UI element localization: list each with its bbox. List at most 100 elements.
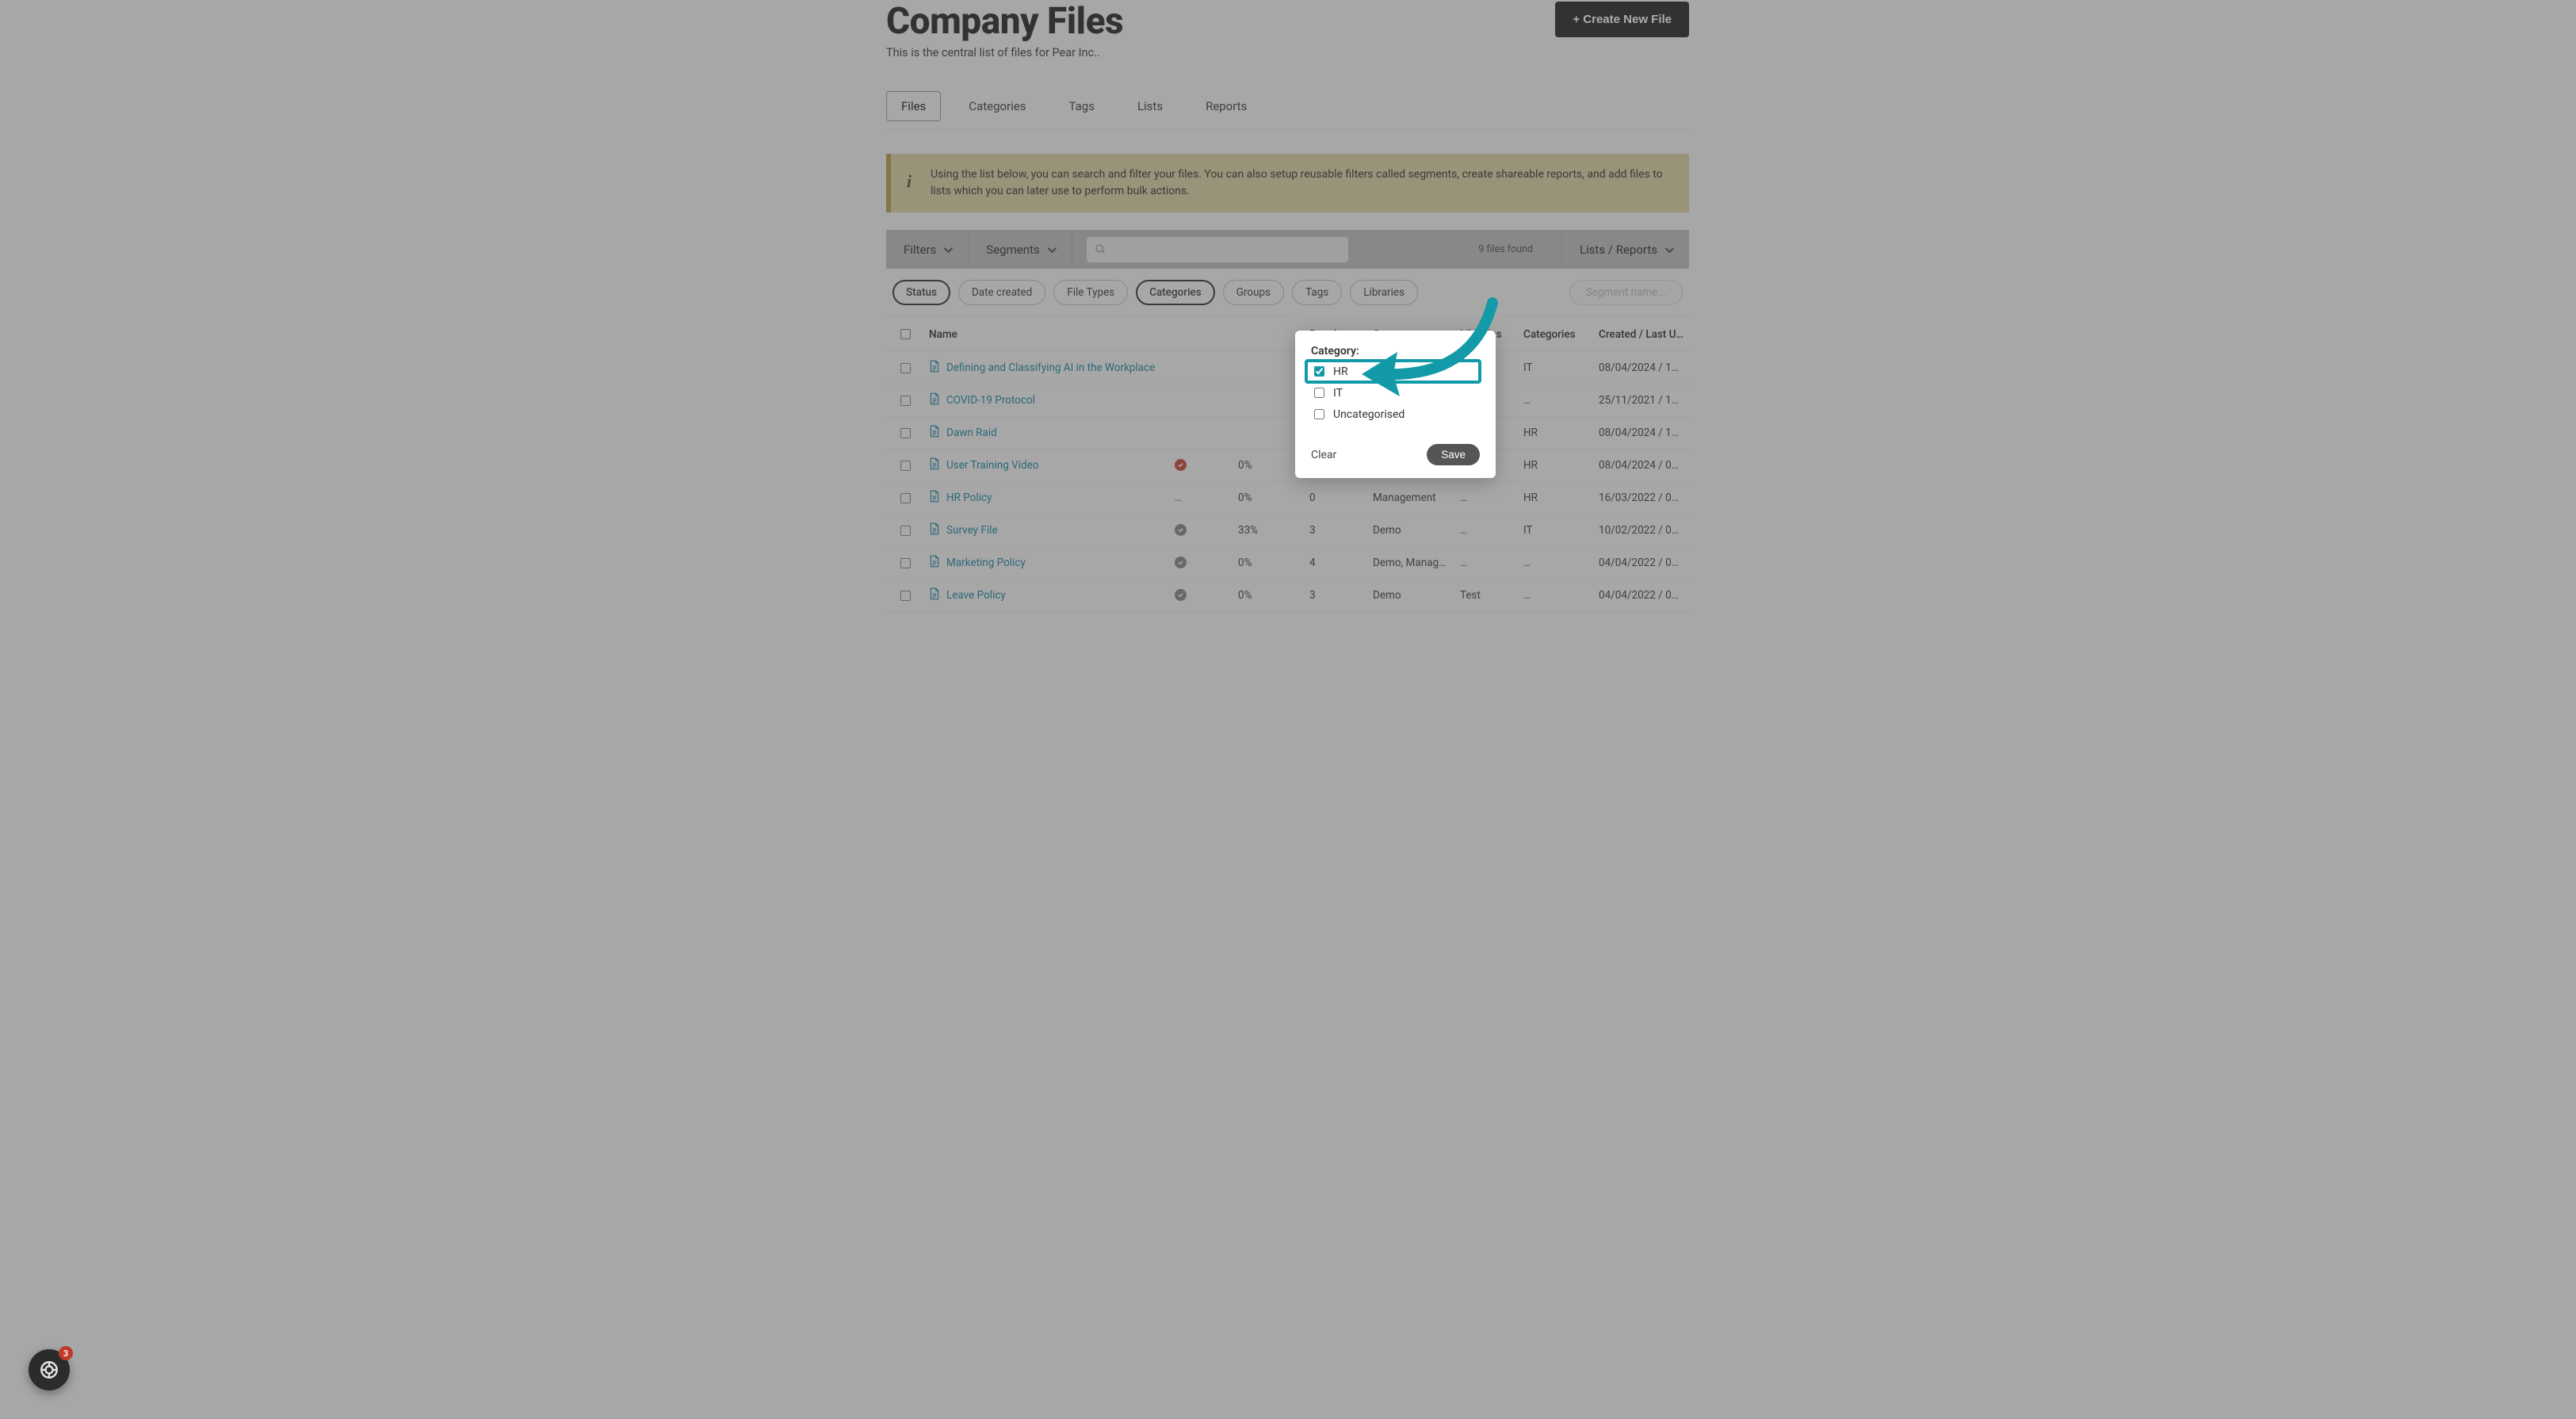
file-icon [929,587,940,603]
help-widget-button[interactable]: 3 [29,1349,70,1390]
status-ok-icon [1175,557,1187,568]
chevron-down-icon [944,243,953,252]
category-checkbox[interactable] [1314,388,1324,398]
filter-chip-date-created[interactable]: Date created [958,280,1045,305]
create-new-file-button[interactable]: + Create New File [1555,2,1689,37]
filter-chip-libraries[interactable]: Libraries [1350,280,1418,305]
files-found-text: 9 files found [1478,243,1547,255]
categories-cell: IT [1519,361,1594,374]
segment-name-pill[interactable]: Segment name... [1569,280,1683,305]
dates-cell: 08/04/2024 / 08/04/2024 [1594,459,1689,472]
file-icon [929,425,940,441]
filter-chip-row: Status Date created File Types Categories Gr… [886,269,1689,317]
filter-chip-status[interactable]: Status [892,280,950,305]
status-error-icon [1175,459,1187,471]
percent-cell: 0% [1233,459,1305,472]
categories-cell: … [1519,589,1594,602]
row-checkbox[interactable] [900,558,911,568]
category-option-hr[interactable]: HR [1306,361,1480,382]
libraries-cell: … [1455,491,1519,504]
filter-chip-categories[interactable]: Categories [1136,280,1215,305]
tab-lists[interactable]: Lists [1122,91,1178,121]
filter-chip-groups[interactable]: Groups [1223,280,1284,305]
select-all-checkbox-cell[interactable] [886,329,924,339]
dates-cell: 08/04/2024 / 10/05/2024 [1594,426,1689,439]
categories-cell: HR [1519,426,1594,439]
status-cell [1170,524,1233,537]
file-icon [929,522,940,538]
tab-categories[interactable]: Categories [954,91,1041,121]
row-checkbox[interactable] [900,493,911,503]
file-link[interactable]: COVID-19 Protocol [946,394,1035,407]
groups-cell: Demo [1368,589,1455,602]
libraries-cell: … [1455,557,1519,569]
filter-chip-tags[interactable]: Tags [1292,280,1342,305]
category-checkbox[interactable] [1314,366,1324,377]
info-banner-text: Using the list below, you can search and… [931,168,1663,197]
row-checkbox[interactable] [900,591,911,601]
column-header: Categories [1519,328,1594,341]
column-header: Name [924,328,1170,341]
tab-reports[interactable]: Reports [1191,91,1262,121]
search-icon [1095,243,1106,255]
status-cell [1170,557,1233,569]
table-header-row: NamePeopleGroupsLibrariesCategoriesCreat… [886,317,1689,352]
people-cell: 3 [1305,524,1368,537]
status-cell [1170,459,1233,472]
file-link[interactable]: Dawn Raid [946,426,997,439]
row-checkbox[interactable] [900,526,911,536]
dates-cell: 08/04/2024 / 14/05/2024 [1594,361,1689,374]
category-option-label: HR [1333,365,1348,378]
tab-tags[interactable]: Tags [1053,91,1109,121]
status-cell [1170,589,1233,602]
file-link[interactable]: Survey File [946,524,998,537]
table-row: COVID-19 Protocol0…123…25/11/2021 / 14/0… [886,384,1689,417]
categories-cell: … [1519,557,1594,569]
file-link[interactable]: Defining and Classifying AI in the Workp… [946,361,1155,374]
search-box[interactable] [1087,237,1348,262]
dates-cell: 16/03/2022 / 05/04/2024 [1594,491,1689,504]
status-cell: … [1170,491,1233,504]
file-icon [929,457,940,473]
search-input[interactable] [1113,243,1340,257]
category-option-it[interactable]: IT [1311,382,1480,404]
save-filter-button[interactable]: Save [1427,444,1480,465]
segments-dropdown[interactable]: Segments [969,230,1072,269]
table-row: Leave Policy0%3DemoTest…04/04/2022 / 05/… [886,579,1689,612]
segments-label: Segments [986,243,1039,257]
lists-reports-label: Lists / Reports [1580,243,1657,257]
categories-cell: HR [1519,491,1594,504]
row-checkbox[interactable] [900,461,911,471]
category-filter-popover: Category: HRITUncategorised Clear Save [1295,331,1496,478]
percent-cell: 0% [1233,589,1305,602]
filter-chip-file-types[interactable]: File Types [1053,280,1128,305]
row-checkbox[interactable] [900,396,911,406]
file-name-cell: Survey File [924,522,1170,538]
tab-files[interactable]: Files [886,91,941,121]
table-row: Marketing Policy0%4Demo, Manage...……04/0… [886,547,1689,579]
help-widget-icon [39,1360,59,1380]
file-link[interactable]: HR Policy [946,491,992,504]
file-name-cell: User Training Video [924,457,1170,473]
chevron-down-icon [1047,243,1056,252]
file-link[interactable]: User Training Video [946,459,1039,472]
info-icon: i [907,168,912,194]
file-icon [929,392,940,408]
row-checkbox[interactable] [900,363,911,373]
select-all-checkbox[interactable] [900,329,911,339]
category-checkbox[interactable] [1314,409,1324,419]
dates-cell: 25/11/2021 / 14/05/2024 [1594,394,1689,407]
clear-filter-link[interactable]: Clear [1311,449,1336,461]
libraries-cell: Test [1455,589,1519,602]
file-name-cell: COVID-19 Protocol [924,392,1170,408]
groups-cell: Management [1368,491,1455,504]
filters-dropdown[interactable]: Filters [886,230,969,269]
row-checkbox[interactable] [900,428,911,438]
file-link[interactable]: Leave Policy [946,589,1006,602]
groups-cell: Demo [1368,524,1455,537]
status-ok-icon [1175,589,1187,601]
category-option-uncategorised[interactable]: Uncategorised [1311,404,1480,425]
table-row: HR Policy…0%0Management…HR16/03/2022 / 0… [886,482,1689,514]
lists-reports-dropdown[interactable]: Lists / Reports [1561,230,1689,269]
file-link[interactable]: Marketing Policy [946,557,1026,569]
